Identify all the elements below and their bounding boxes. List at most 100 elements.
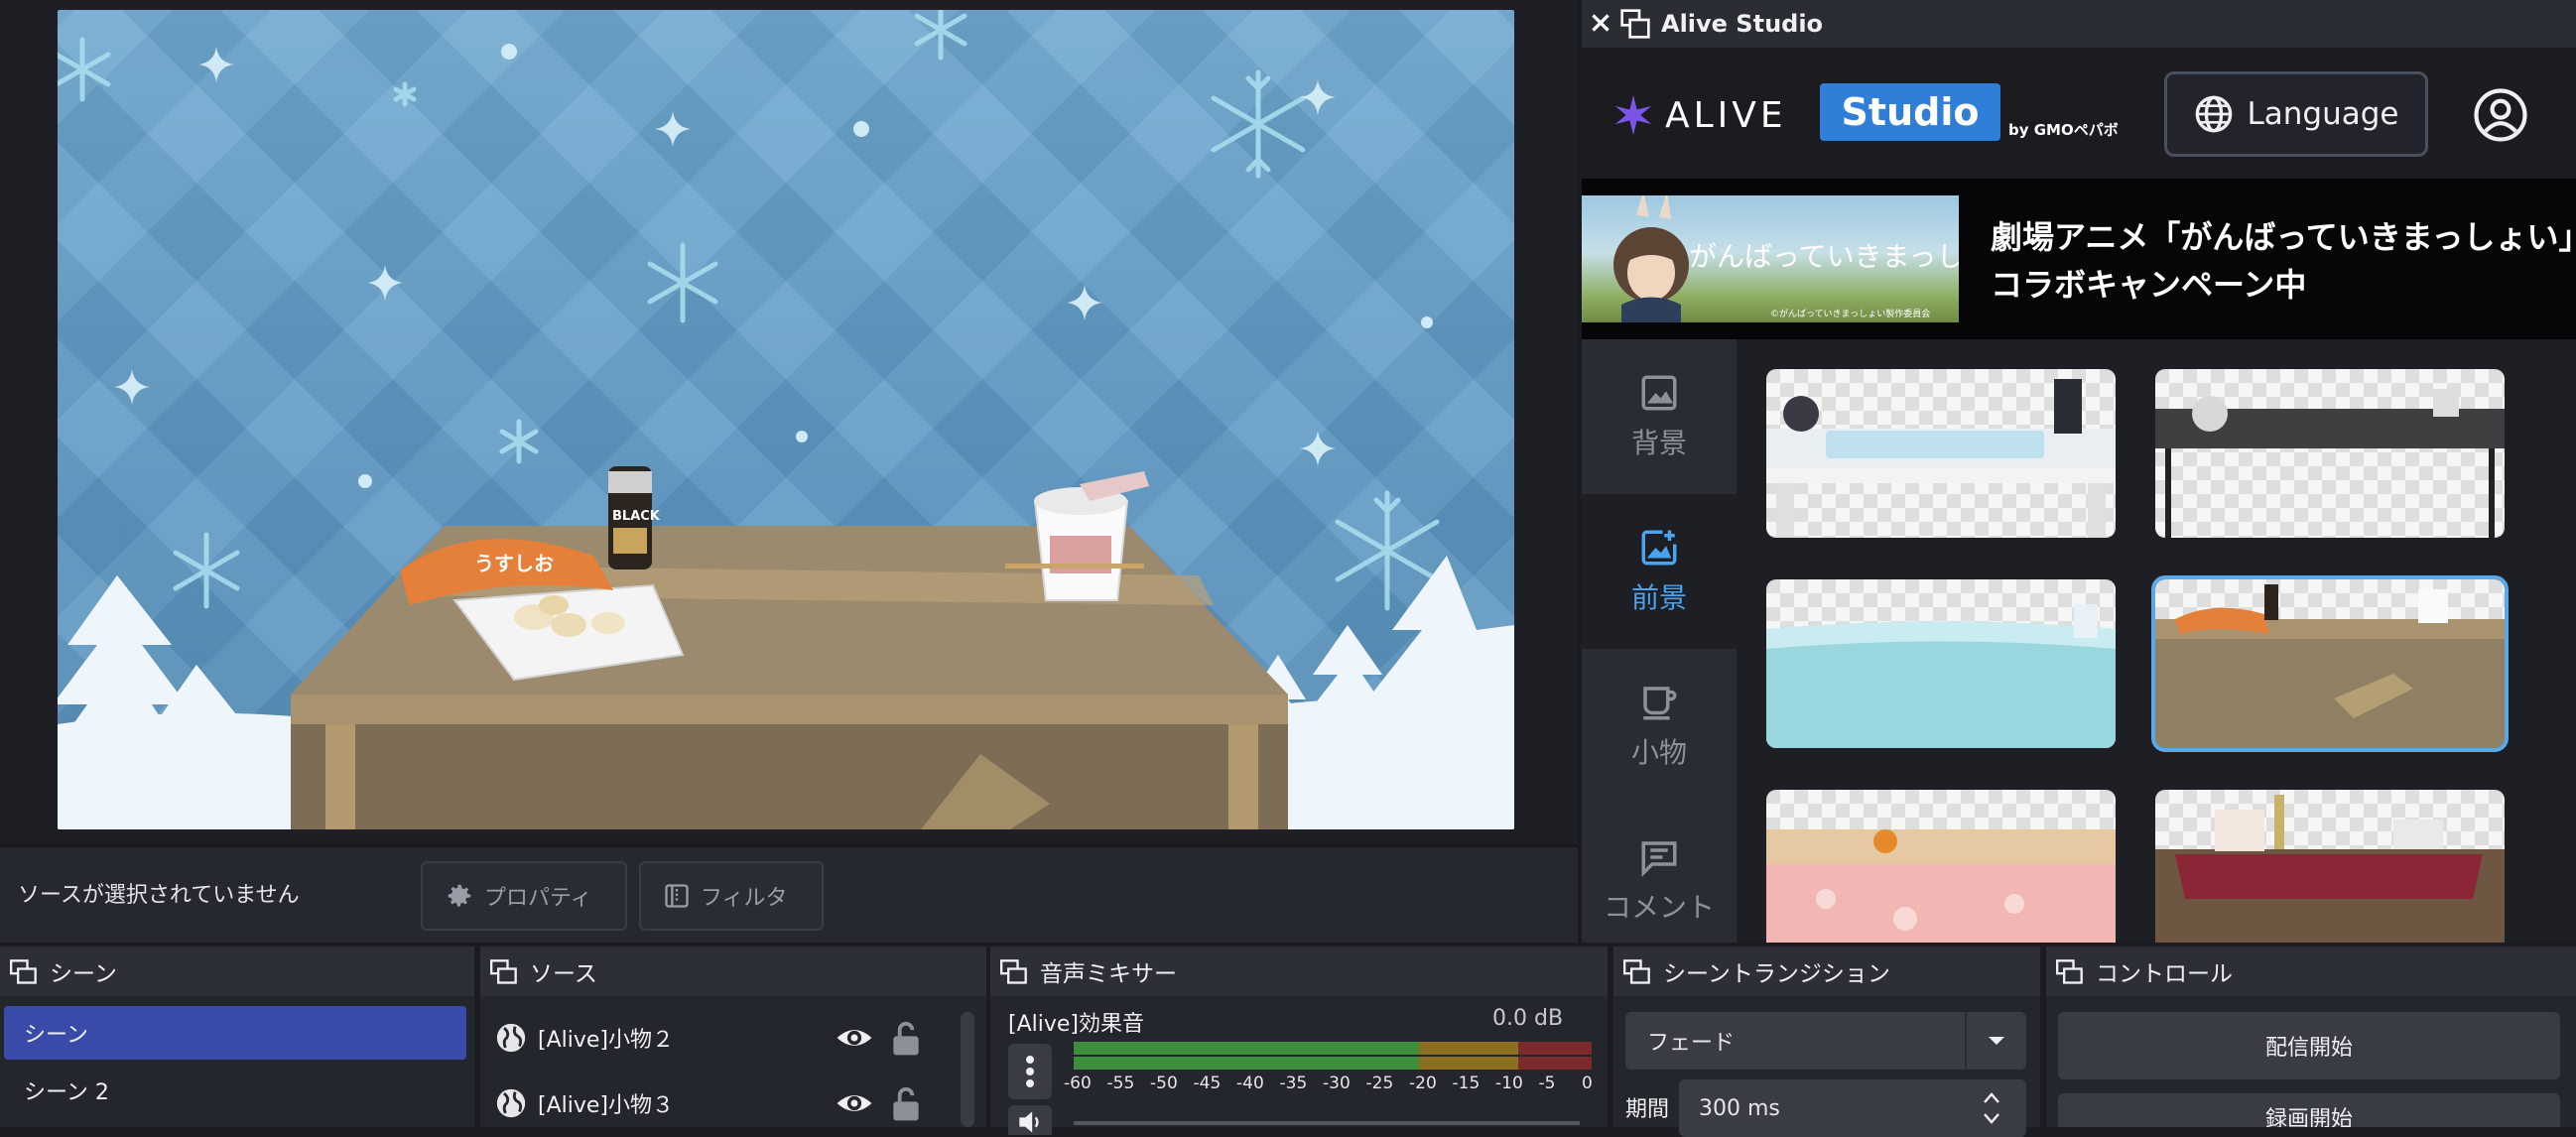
meter-scale-tick: -55 [1106,1074,1135,1093]
properties-label: プロパティ [484,886,592,911]
meter-scale-tick: -50 [1150,1074,1178,1093]
mute-button[interactable] [1008,1105,1052,1135]
category-sidebar: 背景 前景 小物 コメント [1582,339,1737,943]
cup-icon [1643,687,1677,720]
properties-button[interactable]: プロパティ [421,861,627,931]
alive-logo-text: ALIVE [1665,94,1787,136]
language-button[interactable]: Language [2164,71,2428,157]
category-comment[interactable]: コメント [1582,804,1737,958]
dock-title: Alive Studio [1661,10,1824,38]
duration-spinbox[interactable]: 300 ms [1679,1079,2026,1137]
banner-line-1: 劇場アニメ「がんばっていきまっしょい」 [1991,218,2576,256]
scenes-title: シーン [50,961,117,987]
volume-meter [1074,1042,1592,1072]
source-toolbar: ソースが選択されていません プロパティ フィルタ [0,845,1578,943]
alive-studio-dock: Alive Studio ALIVE Studio by GMOペパボ Lang… [1582,0,2576,943]
unlock-icon[interactable] [889,1019,923,1057]
meter-scale-tick: -45 [1193,1074,1222,1093]
start-streaming-button[interactable]: 配信開始 [2058,1012,2560,1079]
browser-source-globe-icon [496,1088,526,1118]
scene-transitions-panel: シーントランジション フェード 期間 300 ms [1613,947,2040,1137]
preview-area: うすしお BLACK [0,0,1578,843]
sources-title: ソース [530,961,597,987]
speaker-icon [1019,1111,1039,1133]
close-icon[interactable] [1588,10,1613,36]
meter-scale-tick: -5 [1538,1074,1556,1093]
sources-panel: ソース [Alive]小物２ [Alive]小物３ [480,947,986,1127]
category-background[interactable]: 背景 [1582,339,1737,494]
source-name: [Alive]小物３ [538,1093,674,1118]
snowflake-decoration [58,10,1440,611]
campaign-banner-image: がんばっていきまっしょい ©がんばっていきまっしょい製作委員会 [1582,195,1959,322]
duration-value: 300 ms [1699,1095,1780,1121]
foreground-thumbnail[interactable] [1766,579,2116,748]
meter-scale-tick: -30 [1323,1074,1351,1093]
dock-window-icon [1000,959,1027,984]
category-props-label: 小物 [1630,736,1687,769]
scene-transitions-header: シーントランジション [1613,947,2040,996]
spin-arrows-icon[interactable] [1981,1088,2002,1128]
meter-scale-tick: -35 [1279,1074,1308,1093]
scene-list-item[interactable]: シーン 2 [4,1064,466,1117]
meter-scale-tick: 0 [1582,1074,1593,1093]
dock-window-icon [2056,959,2083,984]
stream-preview-canvas[interactable]: うすしお BLACK [58,10,1514,829]
mixer-channel-name: [Alive]効果音 [1008,1012,1144,1037]
visibility-eye-icon[interactable] [836,1019,873,1057]
filter-icon [665,884,689,908]
browser-source-globe-icon [496,1023,526,1053]
sources-scrollbar[interactable] [961,1012,974,1127]
source-name: [Alive]小物２ [538,1028,674,1053]
image-icon [1641,375,1677,411]
scene-transitions-title: シーントランジション [1663,961,1890,987]
foreground-thumbnail[interactable] [1766,369,2116,538]
mixer-menu-button[interactable] [1008,1044,1052,1099]
account-icon[interactable] [2473,87,2528,143]
meter-scale-tick: -20 [1409,1074,1437,1093]
category-props[interactable]: 小物 [1582,649,1737,804]
scenes-panel-header: シーン [0,947,474,996]
mixer-channel-level: 0.0 dB [1492,1006,1564,1031]
studio-badge: Studio [1820,83,2000,141]
transition-select[interactable]: フェード [1625,1012,2026,1070]
start-recording-button[interactable]: 録画開始 [2058,1093,2560,1127]
foreground-thumbnail-selected[interactable] [2151,575,2509,752]
meter-scale-tick: -10 [1495,1074,1523,1093]
duration-label: 期間 [1625,1097,1670,1122]
audio-mixer-title: 音声ミキサー [1040,961,1177,987]
audio-mixer-panel: 音声ミキサー [Alive]効果音 0.0 dB -60 -55 -50 -45 -40… [990,947,1608,1135]
alive-logo: ALIVE [1611,93,1787,137]
visibility-eye-icon[interactable] [836,1084,873,1122]
volume-slider[interactable] [1074,1121,1580,1125]
alive-header: ALIVE Studio by GMOペパボ Language [1582,48,2576,179]
category-comment-label: コメント [1603,891,1715,924]
filters-button[interactable]: フィルタ [639,861,824,931]
meter-scale-tick: -40 [1236,1074,1264,1093]
foreground-thumbnail[interactable] [1766,790,2116,943]
filters-label: フィルタ [701,886,788,911]
by-gmo-label: by GMOペパボ [2008,121,2119,139]
can-label: BLACK [612,509,661,524]
comment-icon [1641,841,1677,877]
source-list-item[interactable]: [Alive]小物２ [494,1008,951,1068]
foreground-thumbnail[interactable] [2155,369,2505,538]
banner-image-title: がんばっていきまっしょい [1689,240,1959,273]
unlock-icon[interactable] [889,1084,923,1122]
campaign-banner[interactable]: がんばっていきまっしょい ©がんばっていきまっしょい製作委員会 劇場アニメ「がん… [1582,179,2576,339]
category-foreground[interactable]: 前景 [1582,494,1737,649]
dock-window-icon [1623,959,1650,984]
add-image-icon [1641,530,1677,566]
dock-window-icon [490,959,517,984]
language-label: Language [2247,96,2399,132]
source-list-item[interactable]: [Alive]小物３ [494,1074,951,1133]
scene-list-item-active[interactable]: シーン [4,1006,466,1060]
dock-titlebar: Alive Studio [1582,0,2576,48]
meter-scale-tick: -25 [1365,1074,1394,1093]
foreground-thumbnail[interactable] [2155,790,2505,943]
controls-panel: コントロール 配信開始 録画開始 [2046,947,2576,1127]
category-background-label: 背景 [1630,427,1687,459]
dock-window-icon [10,959,37,984]
volume-meter-scale: -60 -55 -50 -45 -40 -35 -30 -25 -20 -15 -10 -5 0 [1062,1074,1598,1097]
no-source-selected-label: ソースが選択されていません [18,883,300,908]
float-dock-icon[interactable] [1619,8,1651,40]
